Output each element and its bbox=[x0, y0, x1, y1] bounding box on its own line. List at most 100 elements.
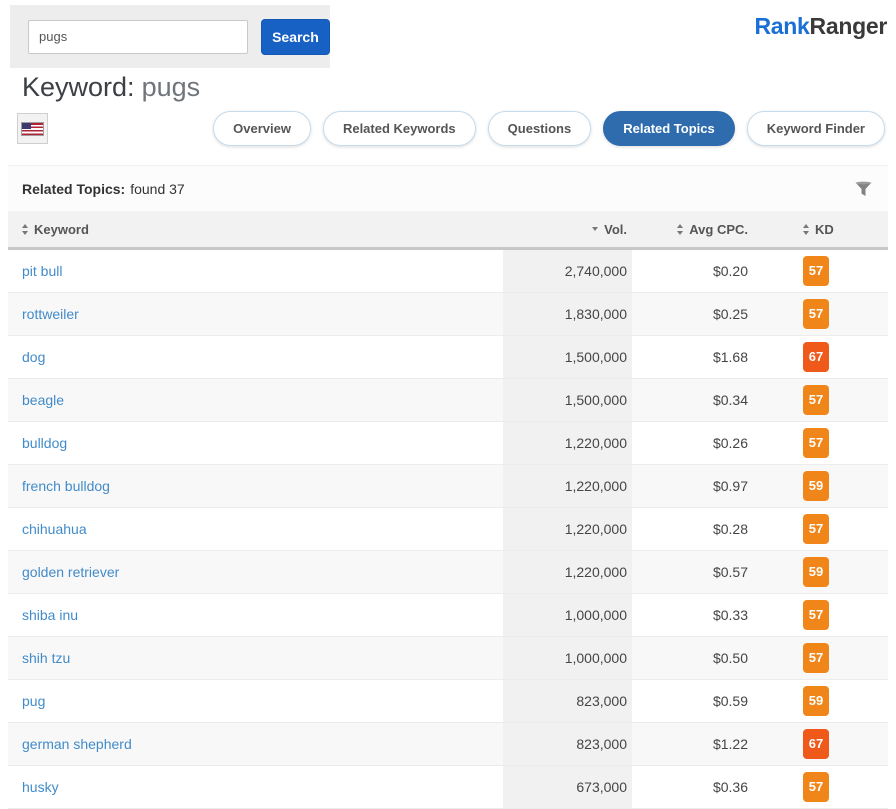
page-title: Keyword:pugs bbox=[22, 72, 200, 103]
tab-related-topics[interactable]: Related Topics bbox=[603, 111, 735, 146]
kd-cell: 67 bbox=[748, 342, 888, 372]
tab-keyword-finder[interactable]: Keyword Finder bbox=[747, 111, 885, 146]
avg-cpc-cell: $1.68 bbox=[632, 349, 748, 365]
filter-button[interactable] bbox=[853, 179, 874, 199]
kd-badge: 57 bbox=[803, 772, 829, 802]
keyword-link[interactable]: german shepherd bbox=[22, 736, 132, 752]
kd-badge: 57 bbox=[803, 385, 829, 415]
keyword-cell: golden retriever bbox=[8, 564, 503, 580]
keyword-link[interactable]: bulldog bbox=[22, 435, 67, 451]
kd-badge: 57 bbox=[803, 428, 829, 458]
tabs: Overview Related Keywords Questions Related… bbox=[213, 111, 885, 146]
kd-cell: 57 bbox=[748, 643, 888, 673]
kd-cell: 57 bbox=[748, 299, 888, 329]
keyword-cell: bulldog bbox=[8, 435, 503, 451]
keyword-link[interactable]: chihuahua bbox=[22, 521, 87, 537]
kd-cell: 67 bbox=[748, 729, 888, 759]
kd-cell: 59 bbox=[748, 471, 888, 501]
kd-badge: 57 bbox=[803, 643, 829, 673]
avg-cpc-cell: $0.57 bbox=[632, 564, 748, 580]
volume-cell: 673,000 bbox=[503, 766, 632, 808]
kd-cell: 57 bbox=[748, 428, 888, 458]
table-row: german shepherd 823,000$1.2267 bbox=[8, 723, 888, 766]
keyword-cell: shiba inu bbox=[8, 607, 503, 623]
tab-related-keywords[interactable]: Related Keywords bbox=[323, 111, 476, 146]
page-title-keyword: pugs bbox=[142, 72, 201, 102]
kd-cell: 57 bbox=[748, 772, 888, 802]
sort-icon bbox=[677, 224, 683, 235]
avg-cpc-cell: $0.28 bbox=[632, 521, 748, 537]
avg-cpc-cell: $0.26 bbox=[632, 435, 748, 451]
column-header-kd[interactable]: KD bbox=[748, 211, 888, 247]
avg-cpc-cell: $0.36 bbox=[632, 779, 748, 795]
volume-cell: 1,000,000 bbox=[503, 594, 632, 636]
kd-badge: 57 bbox=[803, 600, 829, 630]
related-topics-table: Keyword Vol. Avg CPC. KD pit bull 2,740,0… bbox=[8, 211, 888, 809]
keyword-link[interactable]: pit bull bbox=[22, 263, 62, 279]
tab-questions[interactable]: Questions bbox=[488, 111, 592, 146]
keyword-cell: beagle bbox=[8, 392, 503, 408]
keyword-link[interactable]: shih tzu bbox=[22, 650, 70, 666]
keyword-link[interactable]: husky bbox=[22, 779, 59, 795]
avg-cpc-cell: $1.22 bbox=[632, 736, 748, 752]
sort-desc-icon bbox=[592, 227, 598, 231]
logo-ranger-text: Ranger bbox=[810, 13, 887, 39]
search-input[interactable] bbox=[28, 20, 248, 54]
column-header-avg-cpc[interactable]: Avg CPC. bbox=[632, 211, 748, 247]
avg-cpc-cell: $0.20 bbox=[632, 263, 748, 279]
keyword-link[interactable]: beagle bbox=[22, 392, 64, 408]
column-header-keyword[interactable]: Keyword bbox=[8, 211, 503, 247]
keyword-link[interactable]: pug bbox=[22, 693, 45, 709]
avg-cpc-cell: $0.59 bbox=[632, 693, 748, 709]
keyword-link[interactable]: dog bbox=[22, 349, 45, 365]
column-header-label: Vol. bbox=[604, 222, 627, 237]
tab-overview[interactable]: Overview bbox=[213, 111, 311, 146]
table-body: pit bull2,740,000$0.2057rottweiler1,830,… bbox=[8, 250, 888, 809]
volume-cell: 1,220,000 bbox=[503, 422, 632, 464]
avg-cpc-cell: $0.25 bbox=[632, 306, 748, 322]
keyword-cell: german shepherd bbox=[8, 736, 503, 752]
keyword-cell: rottweiler bbox=[8, 306, 503, 322]
sort-icon bbox=[803, 224, 809, 235]
funnel-filter-icon bbox=[855, 181, 872, 197]
country-flag-button[interactable] bbox=[17, 113, 48, 144]
sort-icon bbox=[22, 224, 28, 235]
keyword-link[interactable]: rottweiler bbox=[22, 306, 79, 322]
keyword-cell: dog bbox=[8, 349, 503, 365]
search-button[interactable]: Search bbox=[261, 19, 330, 55]
keyword-cell: pit bull bbox=[8, 263, 503, 279]
table-row: french bulldog1,220,000$0.9759 bbox=[8, 465, 888, 508]
rankranger-logo[interactable]: RankRanger bbox=[755, 13, 888, 40]
table-row: husky 673,000$0.36 57 bbox=[8, 766, 888, 809]
kd-badge: 59 bbox=[803, 471, 829, 501]
column-header-vol[interactable]: Vol. bbox=[503, 211, 632, 247]
volume-cell: 1,220,000 bbox=[503, 551, 632, 593]
volume-cell: 2,740,000 bbox=[503, 250, 632, 292]
kd-cell: 59 bbox=[748, 557, 888, 587]
logo-rank-text: Rank bbox=[755, 13, 810, 39]
table-header-row: Keyword Vol. Avg CPC. KD bbox=[8, 211, 888, 250]
table-row: golden retriever 1,220,000$0.57 59 bbox=[8, 551, 888, 594]
keyword-link[interactable]: golden retriever bbox=[22, 564, 119, 580]
kd-badge: 59 bbox=[803, 557, 829, 587]
avg-cpc-cell: $0.33 bbox=[632, 607, 748, 623]
kd-cell: 57 bbox=[748, 514, 888, 544]
keyword-link[interactable]: french bulldog bbox=[22, 478, 110, 494]
kd-cell: 57 bbox=[748, 600, 888, 630]
column-header-label: KD bbox=[815, 222, 834, 237]
volume-cell: 1,220,000 bbox=[503, 508, 632, 550]
keyword-link[interactable]: shiba inu bbox=[22, 607, 78, 623]
keyword-cell: chihuahua bbox=[8, 521, 503, 537]
table-row: rottweiler1,830,000$0.2557 bbox=[8, 293, 888, 336]
us-flag-icon bbox=[22, 123, 43, 135]
kd-cell: 57 bbox=[748, 385, 888, 415]
volume-cell: 1,000,000 bbox=[503, 637, 632, 679]
volume-cell: 1,500,000 bbox=[503, 379, 632, 421]
search-panel: Search bbox=[10, 5, 330, 68]
volume-cell: 1,500,000 bbox=[503, 336, 632, 378]
keyword-cell: pug bbox=[8, 693, 503, 709]
kd-cell: 57 bbox=[748, 256, 888, 286]
volume-cell: 823,000 bbox=[503, 723, 632, 765]
avg-cpc-cell: $0.50 bbox=[632, 650, 748, 666]
keyword-cell: french bulldog bbox=[8, 478, 503, 494]
